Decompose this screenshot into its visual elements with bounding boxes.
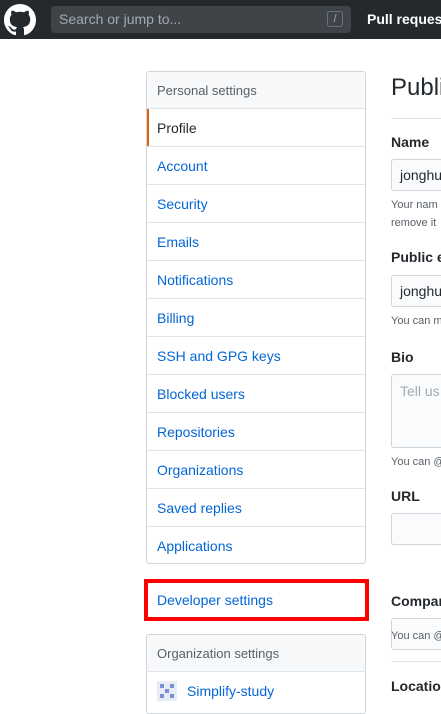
- bio-textarea[interactable]: Tell us: [391, 374, 441, 448]
- menu-item-organizations[interactable]: Organizations: [147, 451, 365, 489]
- menu-item-applications[interactable]: Applications: [147, 527, 365, 563]
- menu-item-saved-replies[interactable]: Saved replies: [147, 489, 365, 527]
- name-note-line1: Your nam: [391, 199, 438, 211]
- org-name-label: Simplify-study: [187, 683, 275, 699]
- title-divider: [391, 118, 441, 119]
- personal-settings-heading: Personal settings: [147, 72, 365, 109]
- org-avatar-icon: [157, 680, 177, 701]
- menu-item-blocked-users[interactable]: Blocked users: [147, 375, 365, 413]
- menu-item-repositories[interactable]: Repositories: [147, 413, 365, 451]
- public-profile-form: Publi Name jonghu Your nam remove it Pub…: [391, 0, 441, 695]
- url-label: URL: [391, 488, 420, 504]
- page-title: Publi: [391, 74, 441, 101]
- menu-item-billing[interactable]: Billing: [147, 299, 365, 337]
- organization-settings-menu: Organization settings Simplify-study: [146, 634, 366, 714]
- search-input[interactable]: Search or jump to... /: [51, 6, 351, 33]
- company-note: You can @: [391, 630, 441, 642]
- github-logo-icon[interactable]: [4, 4, 36, 36]
- top-header: Search or jump to... / Pull requests: [0, 0, 441, 39]
- menu-item-profile[interactable]: Profile: [147, 109, 365, 147]
- menu-item-security[interactable]: Security: [147, 185, 365, 223]
- menu-item-org-simplify-study[interactable]: Simplify-study: [147, 672, 365, 710]
- menu-item-ssh-gpg-keys[interactable]: SSH and GPG keys: [147, 337, 365, 375]
- name-label: Name: [391, 134, 430, 150]
- company-label: Compar: [391, 593, 441, 609]
- menu-item-account[interactable]: Account: [147, 147, 365, 185]
- public-email-label: Public e: [391, 249, 441, 265]
- location-label: Location: [391, 678, 441, 694]
- slash-shortcut-badge: /: [327, 11, 343, 27]
- developer-settings-highlight-box: [144, 579, 369, 621]
- personal-settings-menu: Personal settings Profile Account Securi…: [146, 71, 366, 564]
- name-note-line2: remove it: [391, 217, 437, 229]
- name-input[interactable]: jonghu: [391, 159, 441, 191]
- search-placeholder: Search or jump to...: [59, 11, 182, 27]
- menu-item-emails[interactable]: Emails: [147, 223, 365, 261]
- bio-label: Bio: [391, 349, 414, 365]
- url-input[interactable]: [391, 513, 441, 545]
- menu-item-notifications[interactable]: Notifications: [147, 261, 365, 299]
- form-divider: [391, 661, 441, 662]
- public-email-note: You can m: [391, 315, 441, 327]
- bio-note: You can @: [391, 456, 441, 468]
- organization-settings-heading: Organization settings: [147, 635, 365, 672]
- public-email-select[interactable]: jonghu: [391, 275, 441, 307]
